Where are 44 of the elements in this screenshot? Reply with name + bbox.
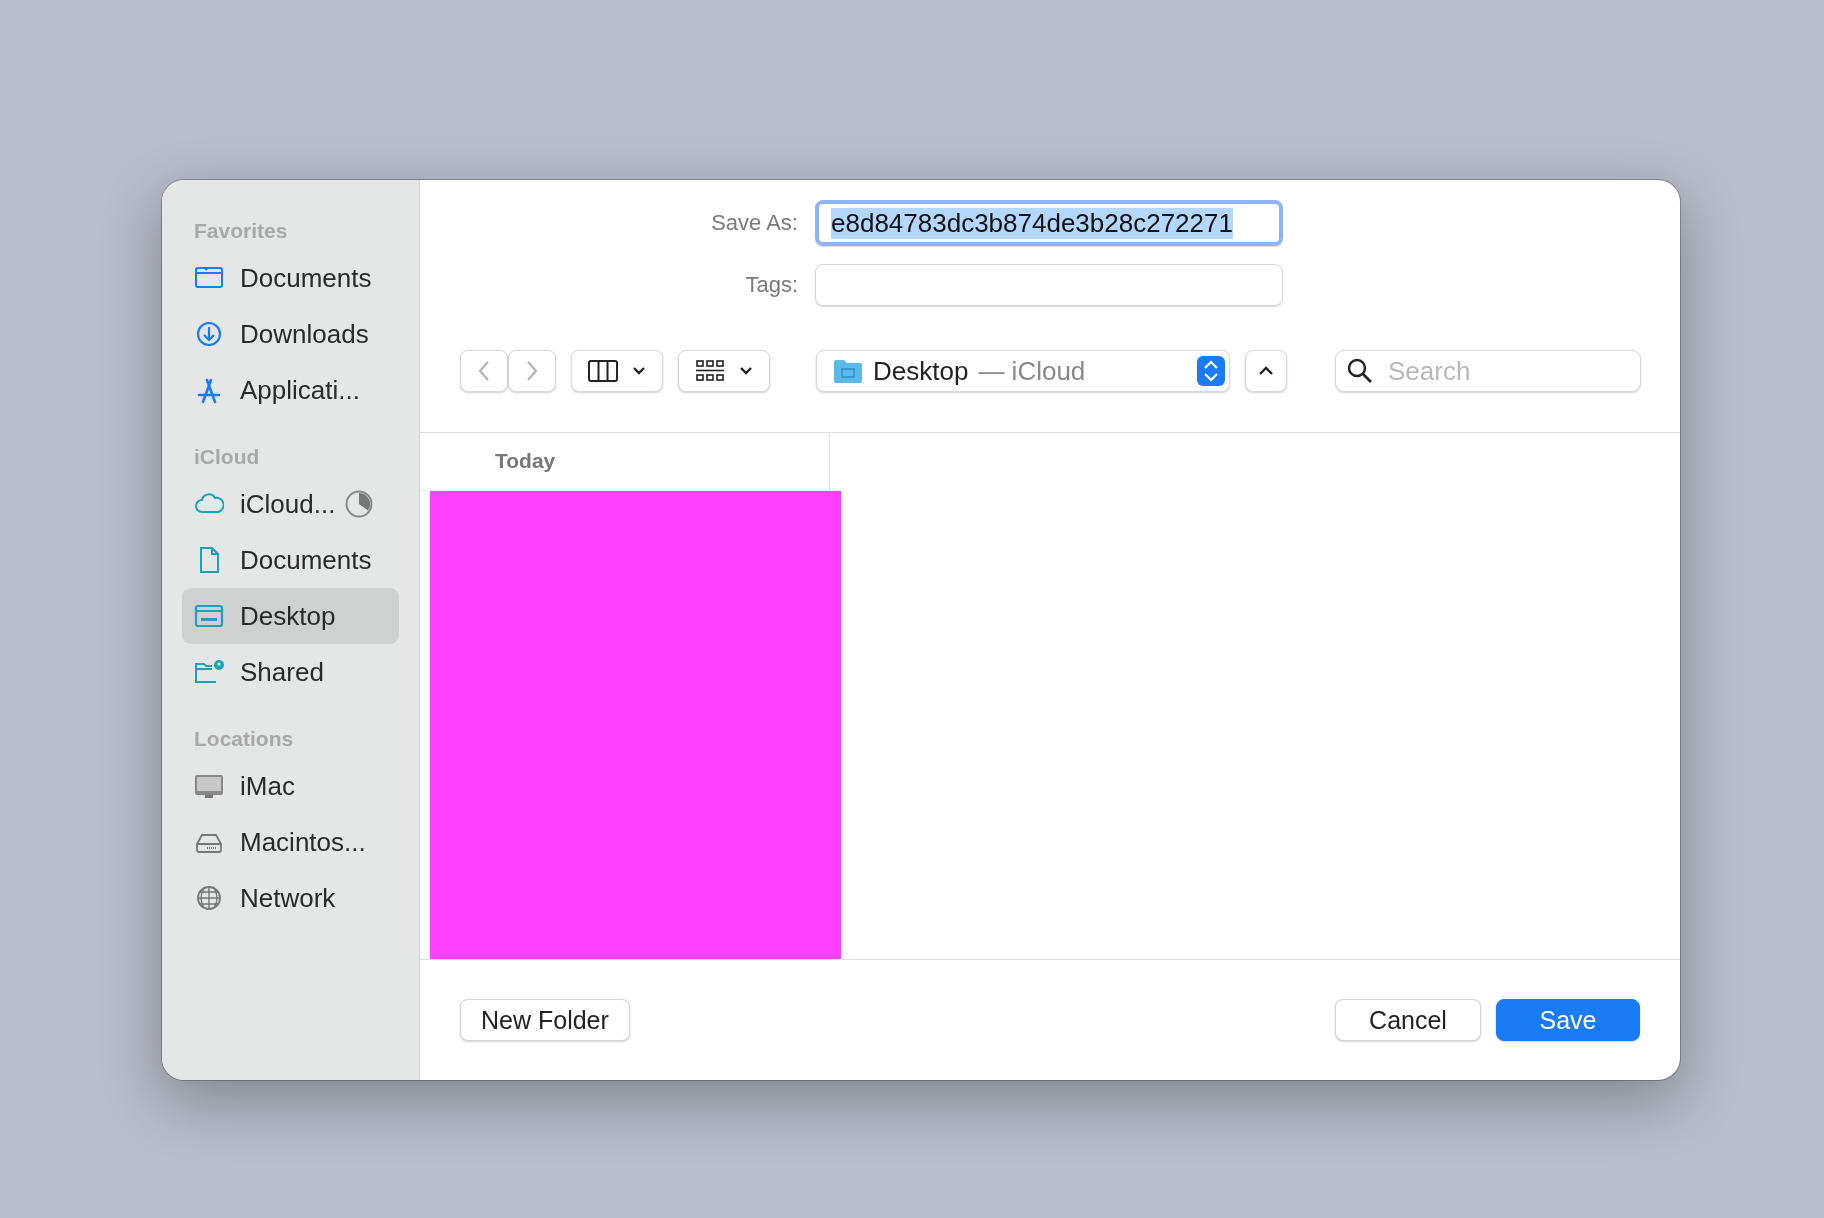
dialog-button[interactable]: Save [1496,999,1640,1041]
column-view-button[interactable] [571,350,663,392]
download-icon [194,319,224,349]
save-as-field[interactable]: e8d84783dc3b874de3b28c272271 [815,200,1283,246]
section-header: iCloud [194,444,261,470]
sidebar-item[interactable]: Downloads [182,306,399,362]
sidebar-item[interactable]: iCloud... [182,476,399,532]
stepper-icon [1197,356,1225,386]
location-account: — iCloud [978,355,1086,387]
sidebar-item[interactable]: Macintos... [182,814,399,870]
forward-button[interactable] [508,350,556,392]
sidebar-item[interactable]: iMac [182,758,399,814]
search-field[interactable]: Search [1335,350,1641,392]
chevron-down-icon [739,366,753,376]
pie-icon [345,490,374,518]
sidebar-item[interactable]: Applicati... [182,362,399,418]
search-icon [1347,358,1373,384]
file-thumbnail[interactable] [430,491,841,959]
group-button[interactable] [678,350,770,392]
sidebar-item[interactable]: Desktop [182,588,399,644]
location-name: Desktop [873,355,969,387]
columns-icon [588,360,618,382]
dialog-button[interactable]: Cancel [1335,999,1481,1041]
filename-text: e8d84783dc3b874de3b28c272271 [831,207,1233,239]
section-header: Locations [194,726,295,752]
back-button[interactable] [460,350,508,392]
folder-icon [833,358,863,384]
chevron-down-icon [632,366,646,376]
save-as-label: Save As: [710,210,798,236]
collapse-button[interactable] [1245,350,1287,392]
tags-field[interactable] [815,264,1283,306]
section-header: Favorites [194,218,289,244]
sidebar-item[interactable]: Shared [182,644,399,700]
globe-icon [194,883,224,913]
tags-label: Tags: [744,272,798,298]
dialog-button[interactable]: New Folder [460,999,630,1041]
chevron-up-icon [1258,365,1274,377]
sidebar-item[interactable]: Documents [182,532,399,588]
sidebar-item[interactable]: Network [182,870,399,926]
chevron-left-icon [477,359,491,383]
location-popup[interactable]: Desktop — iCloud [816,350,1230,392]
grid-icon [695,359,725,383]
sidebar-item[interactable]: Documents [182,250,399,306]
chevron-right-icon [525,359,539,383]
